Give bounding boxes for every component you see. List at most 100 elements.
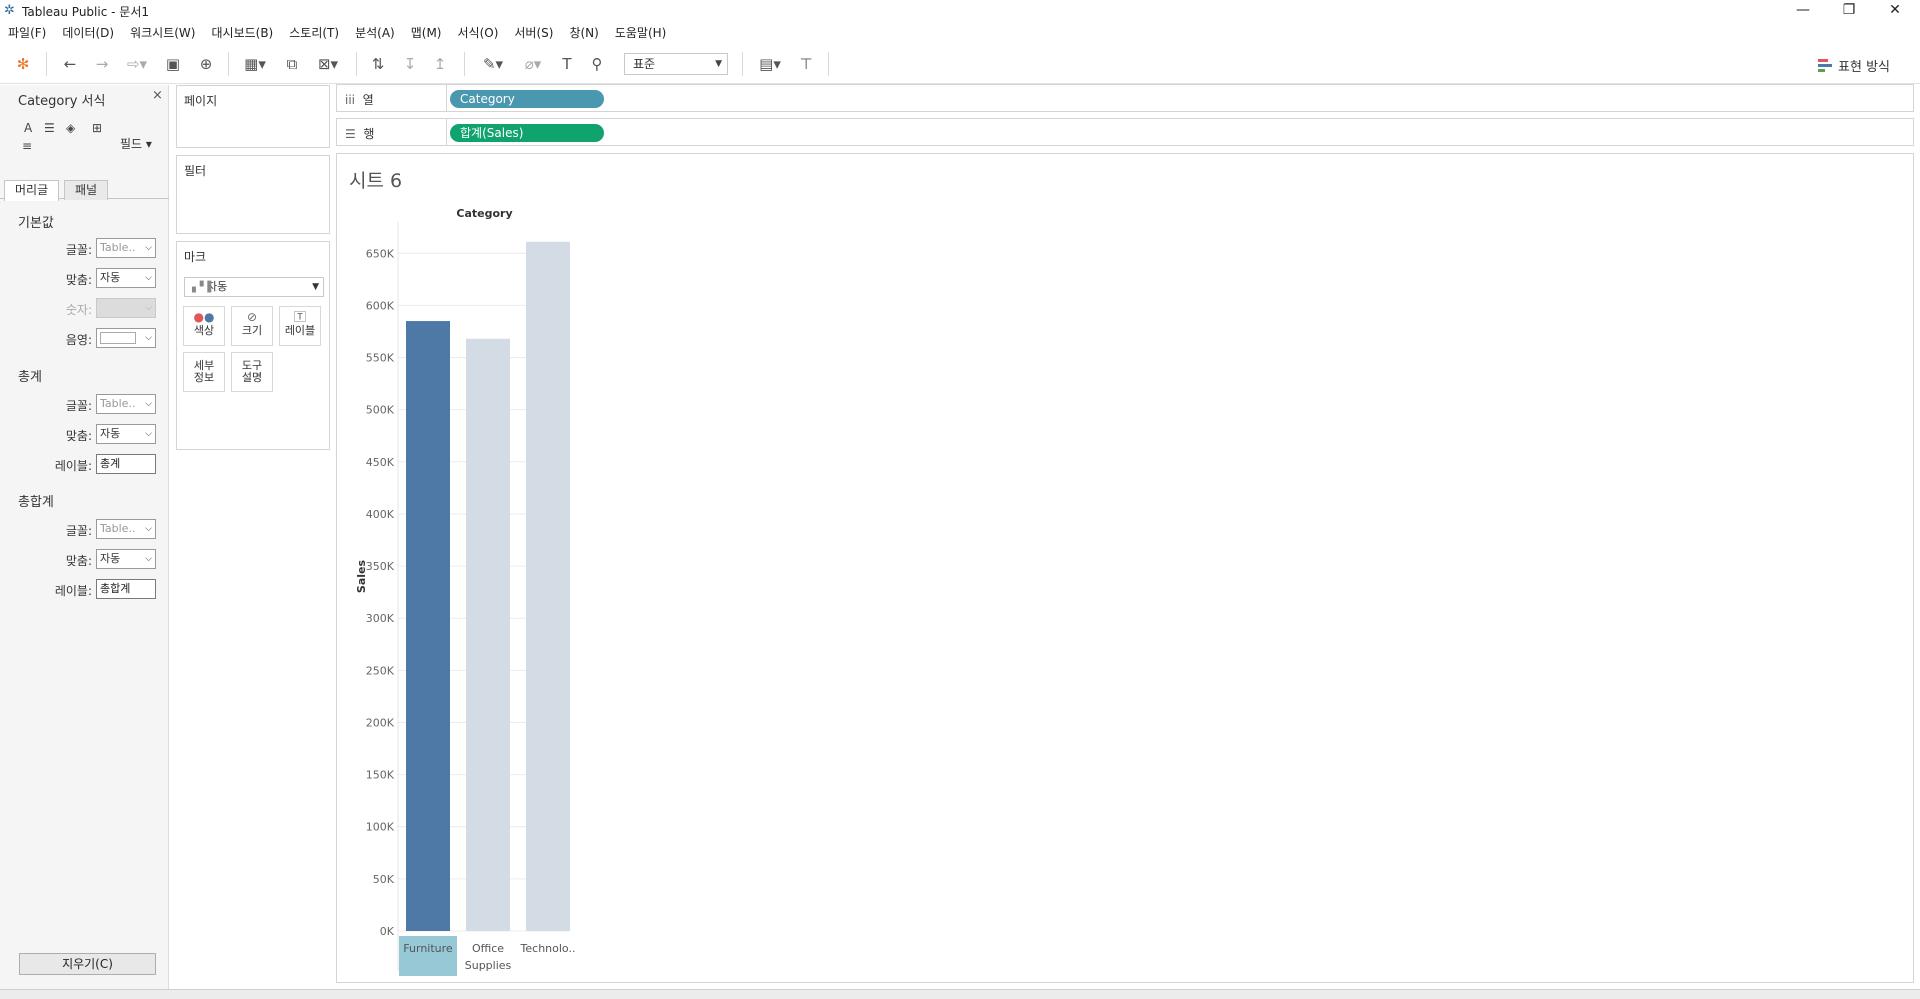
worksheet-view: 시트 6 Category 0K 50K 100K 150K 200K 250K 300K 35… [336,153,1914,983]
marks-card-title: 마크 [184,250,207,264]
chevron-down-icon: ⌵ [145,399,152,409]
sort-ascending-icon[interactable]: ↧ [398,52,422,76]
show-me-label: 표현 방식 [1838,59,1890,75]
detail-button-line2: 정보 [193,371,215,384]
alignment-format-icon[interactable]: ☰ [44,121,55,135]
align-label: 맞춤: [65,273,92,287]
label-label: 레이블: [54,459,92,473]
tableau-logo-icon: ✲ [4,3,15,18]
default-font-dropdown[interactable]: Table.. ⌵ [96,238,156,258]
fit-select-value: 표준 [633,57,656,71]
tab-header[interactable]: 머리글 [4,180,60,201]
borders-format-icon[interactable]: ⊞ [92,121,102,135]
x-tick-label: Supplies [465,959,512,972]
show-mark-labels-icon[interactable]: T [556,52,578,76]
y-tick-label: 450K [366,456,395,469]
sales-sum-pill[interactable]: 합계(Sales) [450,124,604,142]
lines-format-icon[interactable]: ≡ [22,139,32,153]
size-button[interactable]: ⊘ 크기 [231,306,273,346]
duplicate-sheet-icon[interactable]: ⧉ [280,52,304,76]
category-pill[interactable]: Category [450,90,604,108]
label-label: 레이블: [54,584,92,598]
label-button[interactable]: 🅃 레이블 [279,306,321,346]
highlight-icon[interactable]: ✎▾ [476,52,510,76]
shading-format-icon[interactable]: ◈ [66,121,75,135]
color-button[interactable]: ●● 색상 [183,306,225,346]
y-axis-label: Sales [355,559,368,593]
menu-file[interactable]: 파일(F) [0,24,54,41]
status-bar [0,989,1920,999]
format-tabs: 머리글 패널 [0,177,169,201]
detail-button[interactable]: 세부 정보 [183,352,225,392]
total-font-dropdown[interactable]: Table.. ⌵ [96,394,156,414]
grand-total-align-dropdown[interactable]: 자동 ⌵ [96,549,156,569]
shading-label: 음영: [65,333,92,347]
chevron-down-icon: ⌵ [145,273,152,283]
font-format-icon[interactable]: A [24,121,32,135]
format-pane-close-icon[interactable]: × [152,88,163,103]
menu-worksheet[interactable]: 워크시트(W) [122,24,203,41]
toolbar-separator [464,52,465,76]
tab-pane[interactable]: 패널 [64,180,109,200]
filters-card[interactable]: 필터 [176,155,330,234]
default-number-dropdown: ⌵ [96,298,156,318]
minimize-button[interactable]: — [1780,0,1826,22]
field-dropdown[interactable]: 필드 ▾ [120,135,152,152]
show-me-button[interactable]: 표현 방식 [1818,54,1890,76]
undo-icon[interactable]: ← [58,52,82,76]
color-icon: ●● [193,310,215,324]
tooltip-button[interactable]: 도구 설명 [231,352,273,392]
chevron-down-icon: ▼ [312,282,319,292]
grand-total-font-dropdown[interactable]: Table.. ⌵ [96,519,156,539]
new-datasource-icon[interactable]: ⊕ [194,52,218,76]
fit-select[interactable]: 표준 ▼ [624,53,728,75]
toolbar-separator [46,52,47,76]
clear-sheet-icon[interactable]: ⊠▾ [310,52,346,76]
menu-window[interactable]: 창(N) [561,24,606,41]
columns-label-text: 열 [362,93,374,107]
menu-map[interactable]: 맵(M) [403,24,450,41]
restore-button[interactable]: ❐ [1826,0,1872,22]
fix-axes-icon[interactable]: ⚲ [586,52,608,76]
default-align-dropdown[interactable]: 자동 ⌵ [96,268,156,288]
save-icon[interactable]: ▣ [162,52,184,76]
group-members-icon[interactable]: ⌀▾ [516,52,550,76]
x-tick-label: Technolo.. [520,942,576,955]
menu-format[interactable]: 서식(O) [450,24,507,41]
presentation-mode-icon[interactable]: ⊤ [794,52,818,76]
total-align-dropdown[interactable]: 자동 ⌵ [96,424,156,444]
default-shading-dropdown[interactable]: ⌵ [96,328,156,348]
menu-dashboard[interactable]: 대시보드(B) [203,24,281,41]
new-worksheet-icon[interactable]: ▦▾ [238,52,272,76]
redo-icon[interactable]: → [90,52,114,76]
menu-help[interactable]: 도움말(H) [607,24,675,41]
grand-total-label-input[interactable]: 총합계 [96,579,156,599]
replay-icon[interactable]: ⇨▾ [120,52,154,76]
total-label-input[interactable]: 총계 [96,454,156,474]
font-label: 글꼴: [65,399,92,413]
sort-descending-icon[interactable]: ↥ [428,52,452,76]
mark-type-select[interactable]: ▖▘▌ 자동 ▼ [184,277,324,297]
tableau-home-icon[interactable]: ✻ [12,52,34,76]
menu-story[interactable]: 스토리(T) [281,24,347,41]
pages-card[interactable]: 페이지 [176,85,330,148]
rows-shelf[interactable]: ☰ 행 합계(Sales) [336,118,1914,146]
close-button[interactable]: ✕ [1872,0,1918,22]
column-header: Category [456,207,512,220]
y-tick-label: 100K [366,821,395,834]
chevron-down-icon: ⌵ [145,243,152,253]
menu-bar: 파일(F) 데이터(D) 워크시트(W) 대시보드(B) 스토리(T) 분석(A… [0,22,1920,42]
align-label: 맞춤: [65,429,92,443]
shelf-divider [446,85,447,111]
swap-axes-icon[interactable]: ⇅ [366,52,390,76]
columns-shelf[interactable]: iii 열 Category [336,84,1914,112]
show-cards-icon[interactable]: ▤▾ [752,52,788,76]
rows-shelf-label: ☰ 행 [345,125,374,142]
y-tick-label: 600K [366,299,395,312]
y-tick-label: 400K [366,508,395,521]
menu-analysis[interactable]: 분석(A) [347,24,403,41]
menu-data[interactable]: 데이터(D) [54,24,122,41]
marks-card: 마크 ▖▘▌ 자동 ▼ ●● 색상 ⊘ 크기 🅃 레이블 세부 정보 도구 설명 [176,241,330,450]
clear-button[interactable]: 지우기(C) [19,953,156,975]
menu-server[interactable]: 서버(S) [506,24,561,41]
